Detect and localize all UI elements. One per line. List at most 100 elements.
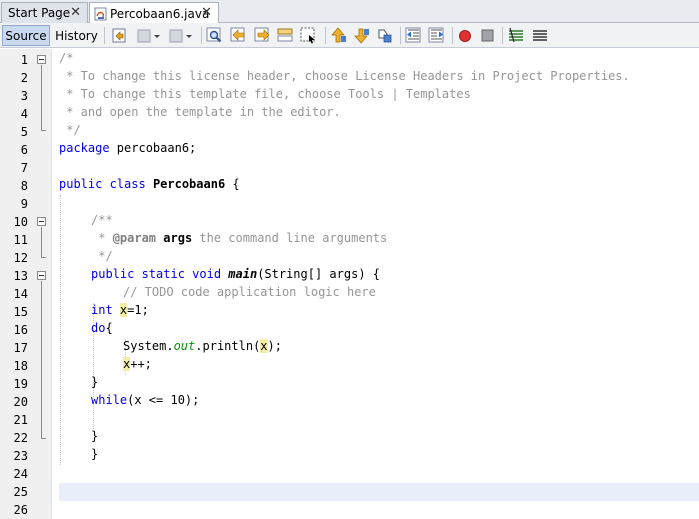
uncomment-icon[interactable] [531,27,549,44]
close-icon[interactable]: ✕ [70,6,81,20]
code-line-22: } [91,429,99,443]
code-line-13: public static void main(String[] args) { [91,267,380,285]
code-text: the command line arguments [192,231,388,245]
last-edit-icon[interactable] [111,27,129,44]
line-number: 6 [20,143,28,157]
code-line-8: public class Percobaan6 { [59,177,240,195]
toggle-rectangular-selection-icon[interactable] [300,27,318,44]
code-line-15: int x=1; [91,303,149,321]
code-text: { [105,321,113,335]
toggle-highlight-icon[interactable] [277,27,295,44]
code-text: ); [267,339,282,353]
current-line-highlight [59,483,699,501]
toggle-bookmark-icon[interactable] [376,27,394,44]
fold-guide-line [41,227,42,257]
code-line-23: } [91,447,99,461]
code-text: { [225,177,240,191]
line-number: 16 [13,323,28,337]
code-line-16: do{ [91,321,113,339]
code-line-6: package percobaan6; [59,141,196,159]
java-file-icon [94,7,107,20]
code-text: =1; [127,303,149,317]
comment-icon[interactable] [507,27,525,44]
find-next-icon[interactable] [254,27,272,44]
fold-guide-line [41,281,42,438]
code-line-5: */ [59,123,81,137]
line-number: 18 [13,359,28,373]
fold-collapse-icon[interactable] [37,271,46,280]
code-text: .println( [195,339,261,353]
line-number: 8 [20,179,28,193]
code-text: (x <= 10); [127,393,200,407]
find-previous-icon[interactable] [230,27,248,44]
find-icon[interactable] [206,27,224,44]
line-number: 5 [20,125,28,139]
code-text: ++; [130,357,152,371]
fold-end-marker [41,438,46,439]
keyword: public static void [91,267,222,281]
line-number: 2 [20,71,28,85]
tab-start-page[interactable]: Start Page ✕ [1,2,88,23]
code-line-17: System.out.println(x); [123,339,282,357]
code-line-20: while(x <= 10); [91,393,199,411]
line-number: 25 [13,485,28,499]
code-line-11: * @param args the command line arguments [91,231,387,249]
fold-collapse-icon[interactable] [37,55,46,64]
code-line-4: * and open the template in the editor. [59,105,341,119]
line-number: 9 [20,197,28,211]
line-number: 20 [13,395,28,409]
method-name: main [228,267,258,281]
previous-bookmark-icon[interactable] [330,27,348,44]
code-text: (String[] args) { [257,267,381,281]
keyword: while [91,393,128,407]
code-text: * [91,231,113,245]
line-number: 17 [13,341,28,355]
line-number: 3 [20,89,28,103]
code-line-3: * To change this template file, choose T… [59,87,471,101]
toolbar-separator [325,27,326,44]
toolbar-separator [502,27,503,44]
next-bookmark-icon[interactable] [353,27,371,44]
back-icon[interactable] [136,27,162,44]
code-line-18: x++; [123,357,152,375]
keyword: int [91,303,113,317]
keyword: package [59,141,110,155]
line-number: 21 [13,413,28,427]
javadoc-param: args [163,231,193,245]
line-number: 19 [13,377,28,391]
forward-icon[interactable] [168,27,194,44]
fold-end-marker [41,130,46,131]
line-number: 14 [13,287,28,301]
tab-percobaan6-label: Percobaan6.java [110,6,210,21]
toolbar-separator [400,27,401,44]
line-number: 1 [20,53,28,67]
start-macro-icon[interactable] [456,27,474,44]
toolbar-separator [201,27,202,44]
fold-collapse-icon[interactable] [37,217,46,226]
history-button[interactable]: History [53,25,100,46]
close-icon[interactable]: ✕ [201,6,212,20]
toolbar-separator [104,27,105,44]
tab-start-page-label: Start Page [8,6,71,20]
fold-end-marker [41,257,46,258]
code-editor[interactable]: /* * To change this license header, choo… [53,49,699,519]
line-number: 7 [20,161,28,175]
toolbar-separator [452,27,453,44]
shift-left-icon[interactable] [405,27,423,44]
line-number: 11 [13,233,28,247]
variable-occurrence: x [260,339,268,353]
keyword: do [91,321,106,335]
line-number: 10 [13,215,28,229]
indent-guide [60,195,61,465]
editor-toolbar: Source History [0,23,699,48]
code-line-1: /* [59,51,74,65]
shift-right-icon[interactable] [428,27,446,44]
line-number: 22 [13,431,28,445]
code-line-10: /** [91,213,113,227]
source-button[interactable]: Source [2,25,50,46]
class-name: Percobaan6 [152,177,226,191]
fold-guide-line [41,65,42,130]
line-number-gutter: 1 2 3 4 5 6 7 8 9 10 11 12 13 14 15 16 1… [0,49,52,519]
stop-macro-icon[interactable] [479,27,497,44]
tab-percobaan6-java[interactable]: Percobaan6.java ✕ [89,2,219,24]
